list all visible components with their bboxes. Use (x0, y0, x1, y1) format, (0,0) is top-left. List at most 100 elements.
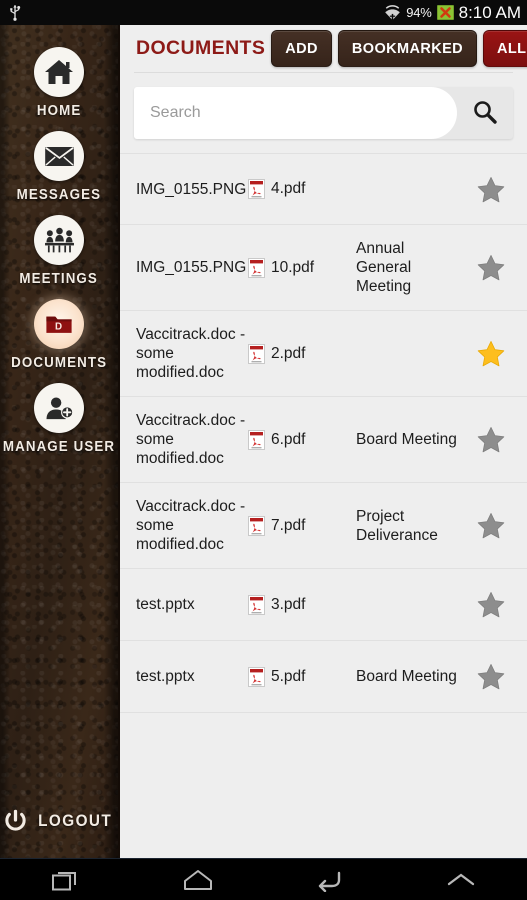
document-file-name: IMG_0155.PNG (136, 259, 247, 276)
bookmark-star-button[interactable] (469, 340, 513, 367)
sidebar: HOME MESSAGES MEETINGS D DOCUMENTS MANAG… (0, 25, 120, 858)
document-pdf-cell[interactable]: 5.pdf (248, 666, 356, 687)
home-button[interactable] (148, 859, 248, 900)
status-bar-right: 94% 8:10 AM (384, 3, 521, 23)
android-nav-bar (0, 858, 527, 900)
document-file-name: Vaccitrack.doc -some modified.doc (136, 498, 246, 553)
wifi-icon (384, 4, 401, 21)
pdf-icon (248, 429, 265, 450)
all-filter-button[interactable]: ALL (483, 30, 527, 67)
status-bar-left (8, 4, 22, 21)
meeting-people-icon-circle (34, 215, 84, 265)
document-file-name: test.pptx (136, 596, 195, 613)
table-row[interactable]: test.pptx 5.pdf Board Meeting (120, 641, 527, 713)
table-row[interactable]: test.pptx 3.pdf (120, 569, 527, 641)
document-file-name: Vaccitrack.doc -some modified.doc (136, 326, 246, 381)
pdf-icon (248, 515, 265, 536)
document-meeting-name: Board Meeting (356, 668, 457, 685)
usb-icon (8, 4, 22, 21)
document-pdf-name: 6.pdf (271, 430, 306, 448)
power-icon (4, 809, 27, 832)
sidebar-item-label: MANAGE USER (2, 439, 116, 455)
sidebar-item-label: DOCUMENTS (11, 355, 107, 371)
home-icon (44, 58, 74, 86)
bookmark-star-button[interactable] (469, 426, 513, 453)
document-pdf-cell[interactable]: 10.pdf (248, 257, 356, 278)
document-pdf-cell[interactable]: 2.pdf (248, 343, 356, 364)
sidebar-item-label: MEETINGS (19, 271, 99, 287)
meeting-people-icon (44, 227, 75, 254)
sidebar-item-messages[interactable]: MESSAGES (0, 131, 118, 203)
table-row[interactable]: Vaccitrack.doc -some modified.doc 2.pdf (120, 311, 527, 397)
table-row[interactable]: Vaccitrack.doc -some modified.doc 7.pdf Pr… (120, 483, 527, 569)
bookmark-star-button[interactable] (469, 591, 513, 618)
document-pdf-name: 2.pdf (271, 344, 306, 362)
document-pdf-cell[interactable]: 4.pdf (248, 179, 356, 199)
user-add-icon (44, 396, 75, 421)
document-pdf-cell[interactable]: 7.pdf (248, 515, 356, 536)
hide-keyboard-button[interactable] (411, 859, 511, 900)
envelope-icon (44, 146, 75, 167)
document-pdf-cell[interactable]: 3.pdf (248, 594, 356, 615)
back-button[interactable] (279, 859, 379, 900)
content-panel: DOCUMENTS ADD BOOKMARKED ALL Search IMG_… (120, 25, 527, 858)
document-pdf-name: 7.pdf (271, 516, 306, 534)
document-meeting-name: Project Deliverance (356, 507, 438, 544)
table-row[interactable]: IMG_0155.PNG 4.pdf (120, 153, 527, 225)
user-add-icon-circle (34, 383, 84, 433)
status-bar: 94% 8:10 AM (0, 0, 527, 25)
search-input[interactable] (134, 87, 457, 139)
sidebar-item-documents[interactable]: D DOCUMENTS (0, 299, 118, 371)
documents-list: IMG_0155.PNG 4.pdf IMG_0155.PNG 10.pdf Annua… (120, 153, 527, 713)
pdf-icon (248, 594, 265, 615)
back-arrow-icon (315, 868, 343, 892)
folder-d-icon-circle: D (34, 299, 84, 349)
bookmarked-filter-button[interactable]: BOOKMARKED (337, 30, 478, 67)
document-pdf-name: 10.pdf (271, 258, 315, 276)
table-row[interactable]: IMG_0155.PNG 10.pdf Annual General Meeting (120, 225, 527, 311)
search-bar (134, 87, 513, 139)
document-pdf-name: 5.pdf (271, 667, 306, 685)
document-file-name: IMG_0155.PNG (136, 180, 247, 198)
search-zone (120, 73, 527, 153)
table-row[interactable]: Vaccitrack.doc -some modified.doc 6.pdf Bo… (120, 397, 527, 483)
home-outline-icon (183, 868, 213, 892)
document-meeting-name: Annual General Meeting (356, 240, 412, 295)
status-bar-clock: 8:10 AM (458, 2, 521, 22)
body-wrapper: HOME MESSAGES MEETINGS D DOCUMENTS MANAG… (0, 25, 527, 858)
document-pdf-cell[interactable]: 6.pdf (248, 429, 356, 450)
sidebar-item-meetings[interactable]: MEETINGS (0, 215, 118, 287)
app-screen: 94% 8:10 AM HOME MESSAGES MEETINGS D DOC… (0, 0, 527, 900)
content-header: DOCUMENTS ADD BOOKMARKED ALL (120, 25, 527, 72)
pdf-icon (248, 666, 265, 687)
sidebar-nav: HOME MESSAGES MEETINGS D DOCUMENTS MANAG… (0, 25, 118, 455)
sidebar-item-home[interactable]: HOME (0, 47, 118, 119)
search-icon (472, 99, 498, 128)
search-button[interactable] (457, 87, 513, 139)
document-file-name: Vaccitrack.doc -some modified.doc (136, 412, 246, 467)
chevron-up-icon (446, 871, 476, 889)
document-meeting-name: Board Meeting (356, 431, 457, 448)
folder-d-icon: D (45, 313, 73, 336)
add-button[interactable]: ADD (271, 30, 332, 67)
bookmark-star-button[interactable] (469, 512, 513, 539)
bookmark-star-button[interactable] (469, 254, 513, 281)
document-pdf-name: 4.pdf (271, 180, 306, 197)
pdf-icon (248, 179, 265, 199)
battery-error-icon (436, 5, 454, 20)
document-file-name: test.pptx (136, 668, 195, 685)
sidebar-item-label: HOME (36, 103, 82, 119)
recent-apps-button[interactable] (16, 859, 116, 900)
document-pdf-name: 3.pdf (271, 595, 306, 613)
recent-apps-icon (51, 867, 81, 893)
sidebar-item-label: MESSAGES (16, 187, 102, 203)
logout-label: LOGOUT (37, 810, 113, 830)
battery-percent: 94% (406, 5, 432, 20)
bookmark-star-button[interactable] (469, 663, 513, 690)
svg-text:D: D (55, 321, 62, 332)
sidebar-item-manage-user[interactable]: MANAGE USER (0, 383, 118, 455)
bookmark-star-button[interactable] (469, 176, 513, 203)
pdf-icon (248, 343, 265, 364)
logout-button[interactable]: LOGOUT (0, 809, 118, 832)
envelope-icon-circle (34, 131, 84, 181)
